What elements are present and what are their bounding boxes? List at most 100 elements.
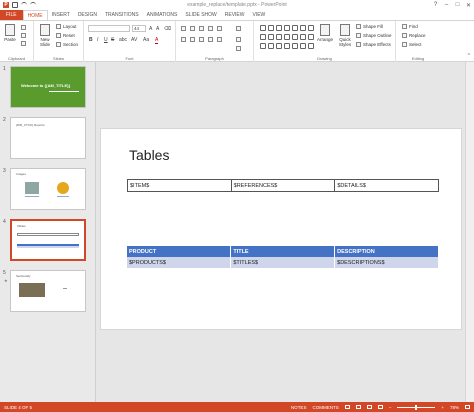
select-button[interactable]: Select <box>402 42 422 47</box>
new-slide-button[interactable]: New Slide <box>37 24 53 47</box>
zoom-thumb[interactable] <box>415 404 418 410</box>
shape-icon[interactable] <box>260 34 266 40</box>
shape-icon[interactable] <box>268 25 274 31</box>
slide-title[interactable]: Tables <box>129 147 169 163</box>
tab-design[interactable]: DESIGN <box>74 10 101 20</box>
tab-transitions[interactable]: TRANSITIONS <box>101 10 143 20</box>
shape-icon[interactable] <box>260 25 266 31</box>
shape-icon[interactable] <box>300 25 306 31</box>
layout-button[interactable]: Layout <box>56 24 77 29</box>
slide-thumbnail-3[interactable]: Images <box>10 168 86 210</box>
shape-icon[interactable] <box>260 43 266 49</box>
italic-button[interactable]: I <box>97 37 98 43</box>
slide-canvas[interactable]: Tables $ITEM$ $REFERENCES$ $DETAILS$ PRO… <box>100 128 462 330</box>
slide-thumbnail-5[interactable]: Sectionally <box>10 270 86 312</box>
shape-icon[interactable] <box>292 25 298 31</box>
find-button[interactable]: Find <box>402 24 418 29</box>
numbering-icon[interactable] <box>190 26 195 31</box>
slide-sorter-icon[interactable] <box>355 405 361 409</box>
tab-review[interactable]: REVIEW <box>221 10 249 20</box>
shapes-gallery[interactable] <box>260 25 314 51</box>
close-button[interactable]: ✕ <box>463 0 474 10</box>
help-icon[interactable]: ? <box>430 0 441 10</box>
line-spacing-icon[interactable] <box>217 26 222 31</box>
item-table[interactable]: $ITEM$ $REFERENCES$ $DETAILS$ <box>127 179 439 192</box>
format-painter-icon[interactable] <box>21 41 26 46</box>
zoom-in-icon[interactable]: + <box>441 405 444 410</box>
align-text-icon[interactable] <box>236 37 241 42</box>
zoom-level[interactable]: 78% <box>450 405 459 410</box>
shape-icon[interactable] <box>308 34 314 40</box>
zoom-out-icon[interactable]: − <box>389 405 392 410</box>
columns-icon[interactable] <box>217 37 222 42</box>
comments-button[interactable]: COMMENTS <box>312 405 338 410</box>
underline-button[interactable]: U <box>104 37 108 43</box>
reset-button[interactable]: Reset <box>56 33 75 38</box>
shape-icon[interactable] <box>276 25 282 31</box>
table-header-cell[interactable]: PRODUCT <box>127 246 232 257</box>
decrease-indent-icon[interactable] <box>199 26 204 31</box>
font-size-field[interactable]: 44 <box>132 25 146 32</box>
slide-show-icon[interactable] <box>377 405 383 409</box>
vertical-scrollbar[interactable] <box>465 62 474 402</box>
character-spacing-button[interactable]: AV <box>131 37 137 43</box>
shape-icon[interactable] <box>300 43 306 49</box>
table-header-cell[interactable]: TITLE <box>230 246 336 257</box>
shape-fill-button[interactable]: Shape Fill <box>356 24 383 29</box>
minimize-button[interactable]: – <box>441 0 452 10</box>
justify-icon[interactable] <box>208 37 213 42</box>
bold-button[interactable]: B <box>89 37 93 43</box>
paste-button[interactable]: Paste <box>3 24 17 42</box>
change-case-button[interactable]: Aa <box>143 37 149 43</box>
copy-icon[interactable] <box>21 33 26 38</box>
table-cell[interactable]: $DETAILS$ <box>334 179 439 192</box>
section-button[interactable]: Section <box>56 42 78 47</box>
table-cell[interactable]: $DESCRIPTIONS$ <box>334 257 439 268</box>
product-table[interactable]: PRODUCT TITLE DESCRIPTION $PRODUCTS$ $TI… <box>127 246 439 268</box>
table-header-cell[interactable]: DESCRIPTION <box>334 246 439 257</box>
shape-icon[interactable] <box>284 34 290 40</box>
slide-thumbnail-4[interactable]: Tables <box>10 219 86 261</box>
text-direction-icon[interactable] <box>236 26 241 31</box>
slide-thumbnail-1[interactable]: Welcome to {{AM_TITLE}} <box>10 66 86 108</box>
zoom-slider[interactable] <box>397 404 436 410</box>
shrink-font-icon[interactable]: A <box>156 26 159 32</box>
clear-format-icon[interactable]: ⌫ <box>164 26 171 32</box>
tab-slide-show[interactable]: SLIDE SHOW <box>181 10 220 20</box>
grow-font-icon[interactable]: A <box>149 26 152 32</box>
quick-styles-button[interactable]: Quick Styles <box>336 24 354 47</box>
shape-outline-button[interactable]: Shape Outline <box>356 33 392 38</box>
tab-home[interactable]: HOME <box>22 10 48 20</box>
shape-effects-button[interactable]: Shape Effects <box>356 42 391 47</box>
reading-view-icon[interactable] <box>366 405 372 409</box>
increase-indent-icon[interactable] <box>208 26 213 31</box>
shape-icon[interactable] <box>284 43 290 49</box>
font-color-button[interactable]: A <box>155 37 159 44</box>
smartart-icon[interactable] <box>236 46 241 51</box>
shape-icon[interactable] <box>268 34 274 40</box>
slide-thumbnail-2[interactable]: {DIR_CTCO} Reports <box>10 117 86 159</box>
align-right-icon[interactable] <box>199 37 204 42</box>
shape-icon[interactable] <box>268 43 274 49</box>
shape-icon[interactable] <box>308 43 314 49</box>
shadow-button[interactable]: abc <box>119 37 127 43</box>
shape-icon[interactable] <box>292 43 298 49</box>
shape-icon[interactable] <box>276 34 282 40</box>
shape-icon[interactable] <box>300 34 306 40</box>
table-cell[interactable]: $TITLES$ <box>230 257 336 268</box>
notes-button[interactable]: NOTES <box>291 405 307 410</box>
table-cell[interactable]: $REFERENCES$ <box>230 179 336 192</box>
align-left-icon[interactable] <box>181 37 186 42</box>
tab-animations[interactable]: ANIMATIONS <box>143 10 182 20</box>
tab-view[interactable]: VIEW <box>249 10 270 20</box>
align-center-icon[interactable] <box>190 37 195 42</box>
strikethrough-button[interactable]: S <box>111 37 114 43</box>
table-cell[interactable]: $PRODUCTS$ <box>127 257 232 268</box>
collapse-ribbon-icon[interactable]: ^ <box>468 53 470 59</box>
shape-icon[interactable] <box>308 25 314 31</box>
arrange-button[interactable]: Arrange <box>316 24 334 42</box>
shape-icon[interactable] <box>276 43 282 49</box>
maximize-button[interactable]: □ <box>452 0 463 10</box>
tab-file[interactable]: FILE <box>0 10 23 20</box>
font-name-field[interactable] <box>88 25 130 32</box>
